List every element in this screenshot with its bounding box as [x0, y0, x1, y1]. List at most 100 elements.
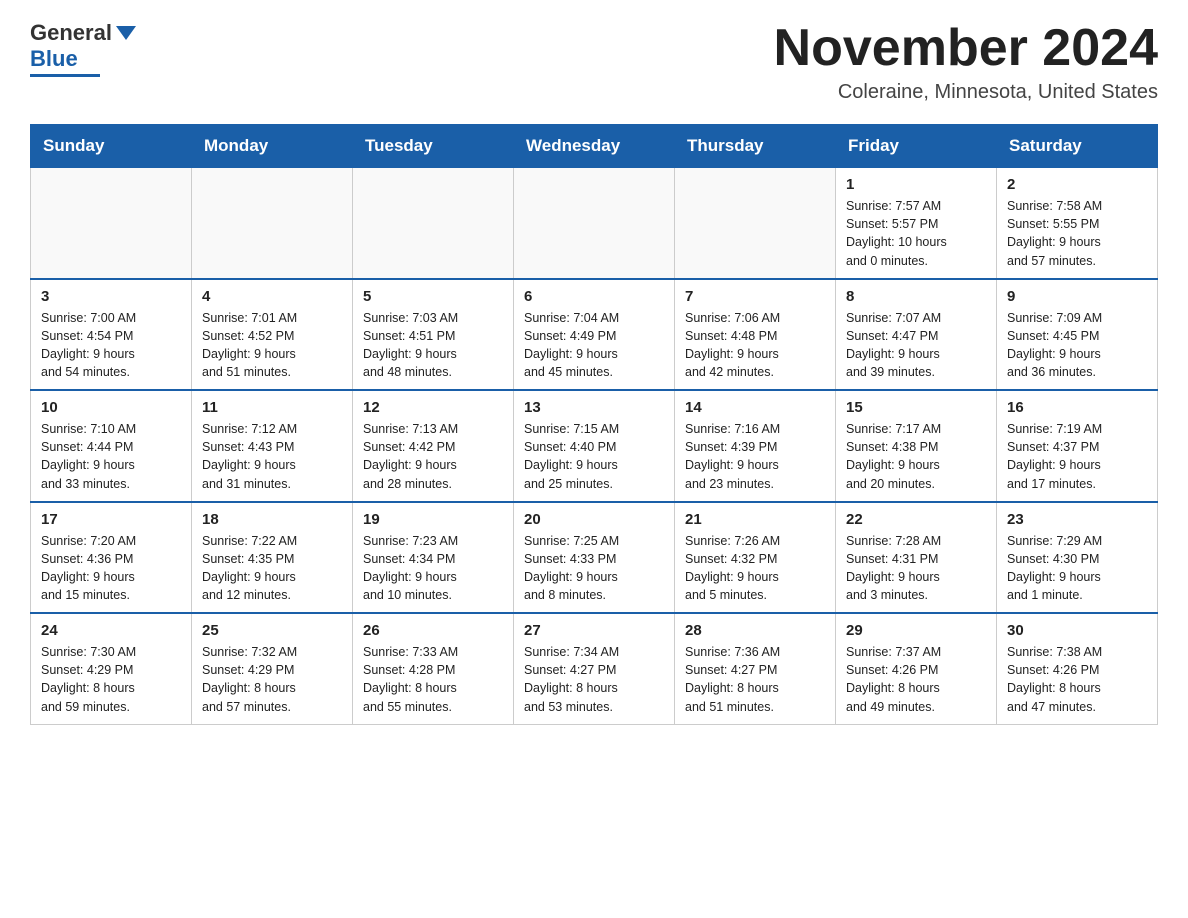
- day-info: Sunrise: 7:34 AMSunset: 4:27 PMDaylight:…: [524, 643, 664, 716]
- table-row: 11Sunrise: 7:12 AMSunset: 4:43 PMDayligh…: [192, 390, 353, 502]
- table-row: [353, 167, 514, 279]
- table-row: 25 Sunrise: 7:32 AMSunset: 4:29 PMDayligh…: [192, 613, 353, 724]
- table-row: 10 Sunrise: 7:10 AMSunset: 4:44 PMDayligh…: [31, 390, 192, 502]
- day-info: Sunrise: 7:07 AMSunset: 4:47 PMDaylight:…: [846, 309, 986, 382]
- day-number: 2: [1007, 176, 1147, 193]
- day-number: 3: [41, 288, 181, 305]
- day-info: Sunrise: 7:32 AMSunset: 4:29 PMDaylight:…: [202, 643, 342, 716]
- day-number: 24: [41, 622, 181, 639]
- day-info: Sunrise: 7:17 AMSunset: 4:38 PMDaylight:…: [846, 420, 986, 493]
- day-number: 6: [524, 288, 664, 305]
- day-number: 23: [1007, 511, 1147, 528]
- calendar-table: Sunday Monday Tuesday Wednesday Thursday…: [30, 124, 1158, 725]
- day-info: Sunrise: 7:37 AMSunset: 4:26 PMDaylight:…: [846, 643, 986, 716]
- table-row: 27 Sunrise: 7:34 AMSunset: 4:27 PMDayligh…: [514, 613, 675, 724]
- page-header: General Blue November 2024 Coleraine, Mi…: [30, 20, 1158, 104]
- day-number: 19: [363, 511, 503, 528]
- table-row: 3 Sunrise: 7:00 AMSunset: 4:54 PMDaylight…: [31, 279, 192, 391]
- table-row: 5Sunrise: 7:03 AMSunset: 4:51 PMDaylight…: [353, 279, 514, 391]
- day-info: Sunrise: 7:00 AMSunset: 4:54 PMDaylight:…: [41, 309, 181, 382]
- day-number: 27: [524, 622, 664, 639]
- table-row: 9 Sunrise: 7:09 AMSunset: 4:45 PMDaylight…: [997, 279, 1158, 391]
- calendar-week-5: 24Sunrise: 7:30 AMSunset: 4:29 PMDayligh…: [31, 613, 1158, 724]
- day-number: 20: [524, 511, 664, 528]
- day-info: Sunrise: 7:36 AMSunset: 4:27 PMDaylight:…: [685, 643, 825, 716]
- calendar-week-1: 1Sunrise: 7:57 AMSunset: 5:57 PMDaylight…: [31, 167, 1158, 279]
- day-number: 4: [202, 288, 342, 305]
- table-row: 19 Sunrise: 7:23 AMSunset: 4:34 PMDayligh…: [353, 502, 514, 614]
- day-number: 13: [524, 399, 664, 416]
- calendar-week-3: 10 Sunrise: 7:10 AMSunset: 4:44 PMDayligh…: [31, 390, 1158, 502]
- header-wednesday: Wednesday: [514, 125, 675, 167]
- table-row: 26Sunrise: 7:33 AMSunset: 4:28 PMDayligh…: [353, 613, 514, 724]
- day-info: Sunrise: 7:23 AMSunset: 4:34 PMDaylight:…: [363, 532, 503, 605]
- day-number: 30: [1007, 622, 1147, 639]
- logo: General Blue: [30, 20, 136, 77]
- calendar-week-4: 17 Sunrise: 7:20 AMSunset: 4:36 PMDayligh…: [31, 502, 1158, 614]
- table-row: 20 Sunrise: 7:25 AMSunset: 4:33 PMDayligh…: [514, 502, 675, 614]
- header-thursday: Thursday: [675, 125, 836, 167]
- table-row: 2 Sunrise: 7:58 AMSunset: 5:55 PMDaylight…: [997, 167, 1158, 279]
- day-info: Sunrise: 7:20 AMSunset: 4:36 PMDaylight:…: [41, 532, 181, 605]
- table-row: [192, 167, 353, 279]
- table-row: 15 Sunrise: 7:17 AMSunset: 4:38 PMDayligh…: [836, 390, 997, 502]
- header-saturday: Saturday: [997, 125, 1158, 167]
- day-info: Sunrise: 7:28 AMSunset: 4:31 PMDaylight:…: [846, 532, 986, 605]
- day-number: 25: [202, 622, 342, 639]
- day-info: Sunrise: 7:01 AMSunset: 4:52 PMDaylight:…: [202, 309, 342, 382]
- calendar-week-2: 3 Sunrise: 7:00 AMSunset: 4:54 PMDaylight…: [31, 279, 1158, 391]
- day-info: Sunrise: 7:25 AMSunset: 4:33 PMDaylight:…: [524, 532, 664, 605]
- day-number: 8: [846, 288, 986, 305]
- table-row: [31, 167, 192, 279]
- day-number: 10: [41, 399, 181, 416]
- day-info: Sunrise: 7:06 AMSunset: 4:48 PMDaylight:…: [685, 309, 825, 382]
- day-info: Sunrise: 7:10 AMSunset: 4:44 PMDaylight:…: [41, 420, 181, 493]
- day-info: Sunrise: 7:15 AMSunset: 4:40 PMDaylight:…: [524, 420, 664, 493]
- logo-blue-text: Blue: [30, 46, 78, 71]
- table-row: 6 Sunrise: 7:04 AMSunset: 4:49 PMDaylight…: [514, 279, 675, 391]
- day-info: Sunrise: 7:58 AMSunset: 5:55 PMDaylight:…: [1007, 197, 1147, 270]
- table-row: 7 Sunrise: 7:06 AMSunset: 4:48 PMDaylight…: [675, 279, 836, 391]
- location-subtitle: Coleraine, Minnesota, United States: [774, 81, 1158, 104]
- table-row: 29 Sunrise: 7:37 AMSunset: 4:26 PMDayligh…: [836, 613, 997, 724]
- day-number: 18: [202, 511, 342, 528]
- header-tuesday: Tuesday: [353, 125, 514, 167]
- table-row: 8 Sunrise: 7:07 AMSunset: 4:47 PMDaylight…: [836, 279, 997, 391]
- table-row: 14 Sunrise: 7:16 AMSunset: 4:39 PMDayligh…: [675, 390, 836, 502]
- day-number: 14: [685, 399, 825, 416]
- title-block: November 2024 Coleraine, Minnesota, Unit…: [774, 20, 1158, 104]
- table-row: 1Sunrise: 7:57 AMSunset: 5:57 PMDaylight…: [836, 167, 997, 279]
- day-info: Sunrise: 7:26 AMSunset: 4:32 PMDaylight:…: [685, 532, 825, 605]
- day-number: 9: [1007, 288, 1147, 305]
- day-number: 12: [363, 399, 503, 416]
- day-number: 21: [685, 511, 825, 528]
- day-number: 28: [685, 622, 825, 639]
- day-number: 26: [363, 622, 503, 639]
- day-info: Sunrise: 7:29 AMSunset: 4:30 PMDaylight:…: [1007, 532, 1147, 605]
- header-sunday: Sunday: [31, 125, 192, 167]
- day-number: 15: [846, 399, 986, 416]
- day-info: Sunrise: 7:13 AMSunset: 4:42 PMDaylight:…: [363, 420, 503, 493]
- logo-general-text: General: [30, 20, 112, 46]
- table-row: 30 Sunrise: 7:38 AMSunset: 4:26 PMDayligh…: [997, 613, 1158, 724]
- day-info: Sunrise: 7:19 AMSunset: 4:37 PMDaylight:…: [1007, 420, 1147, 493]
- day-info: Sunrise: 7:22 AMSunset: 4:35 PMDaylight:…: [202, 532, 342, 605]
- day-number: 17: [41, 511, 181, 528]
- table-row: [514, 167, 675, 279]
- table-row: 21 Sunrise: 7:26 AMSunset: 4:32 PMDayligh…: [675, 502, 836, 614]
- day-number: 16: [1007, 399, 1147, 416]
- table-row: 28 Sunrise: 7:36 AMSunset: 4:27 PMDayligh…: [675, 613, 836, 724]
- day-number: 7: [685, 288, 825, 305]
- day-info: Sunrise: 7:09 AMSunset: 4:45 PMDaylight:…: [1007, 309, 1147, 382]
- table-row: 12 Sunrise: 7:13 AMSunset: 4:42 PMDayligh…: [353, 390, 514, 502]
- table-row: 23 Sunrise: 7:29 AMSunset: 4:30 PMDayligh…: [997, 502, 1158, 614]
- day-info: Sunrise: 7:04 AMSunset: 4:49 PMDaylight:…: [524, 309, 664, 382]
- day-info: Sunrise: 7:16 AMSunset: 4:39 PMDaylight:…: [685, 420, 825, 493]
- day-info: Sunrise: 7:57 AMSunset: 5:57 PMDaylight:…: [846, 197, 986, 270]
- day-number: 5: [363, 288, 503, 305]
- day-number: 29: [846, 622, 986, 639]
- day-info: Sunrise: 7:38 AMSunset: 4:26 PMDaylight:…: [1007, 643, 1147, 716]
- month-title: November 2024: [774, 20, 1158, 77]
- table-row: 16 Sunrise: 7:19 AMSunset: 4:37 PMDayligh…: [997, 390, 1158, 502]
- header-monday: Monday: [192, 125, 353, 167]
